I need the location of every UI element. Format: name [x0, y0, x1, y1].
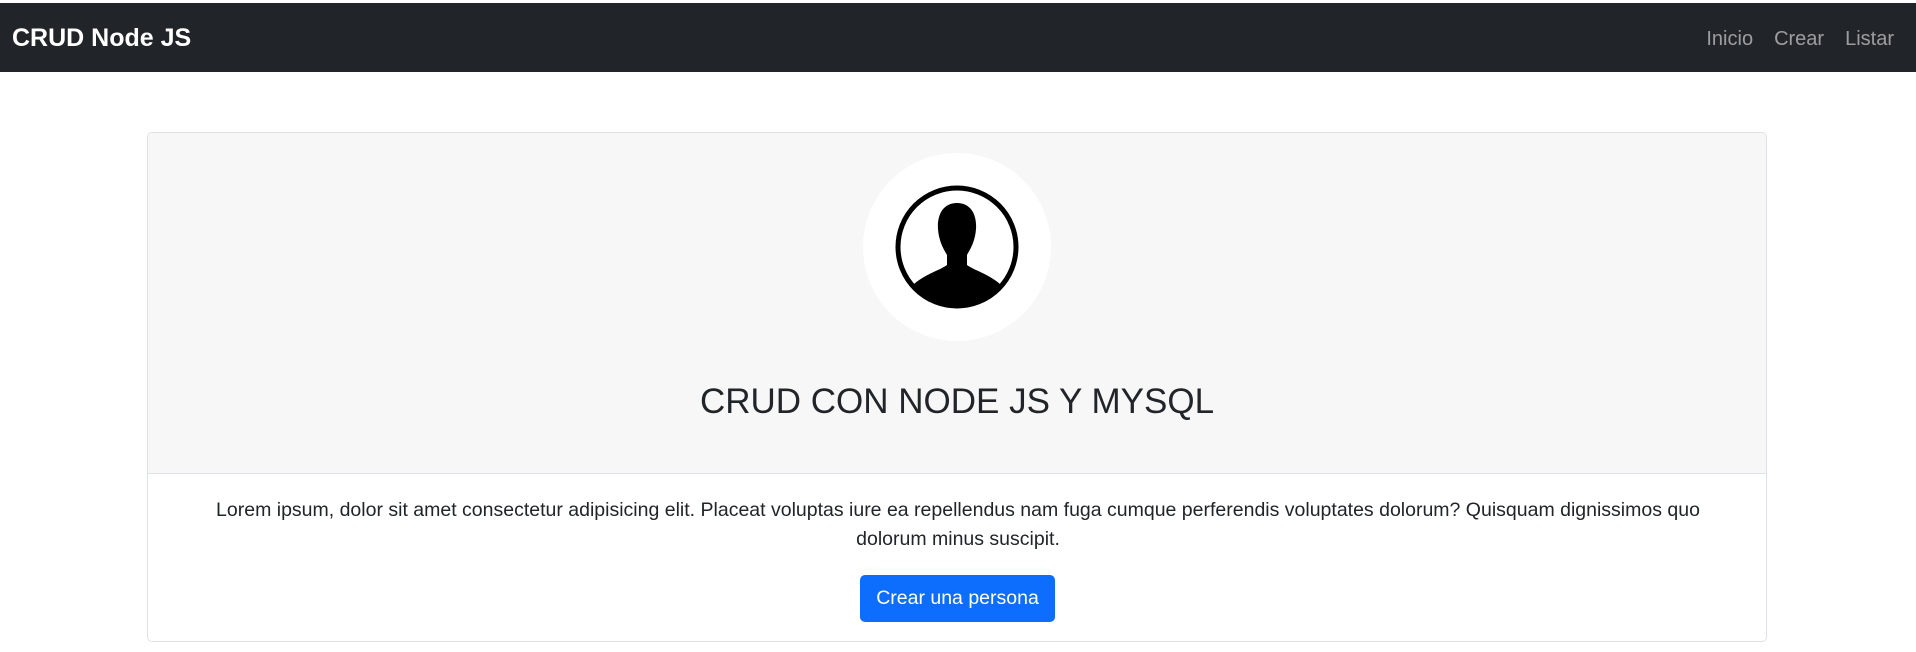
main-card: CRUD CON NODE JS Y MYSQL Lorem ipsum, do…	[147, 132, 1767, 642]
card-description: Lorem ipsum, dolor sit amet consectetur …	[216, 499, 1700, 550]
avatar	[863, 153, 1051, 341]
user-silhouette-icon	[895, 185, 1019, 309]
page-title: CRUD CON NODE JS Y MYSQL	[699, 382, 1215, 421]
nav-link-inicio[interactable]: Inicio	[1706, 27, 1753, 51]
navbar: CRUD Node JS Inicio Crear Listar	[0, 3, 1916, 72]
nav-link-crear[interactable]: Crear	[1774, 27, 1824, 51]
card-body: Lorem ipsum, dolor sit amet consectetur …	[148, 474, 1766, 641]
create-person-button[interactable]: Crear una persona	[860, 575, 1055, 622]
card-header: CRUD CON NODE JS Y MYSQL	[148, 133, 1766, 474]
nav-links: Inicio Crear Listar	[1706, 27, 1894, 51]
navbar-brand[interactable]: CRUD Node JS	[12, 23, 191, 53]
nav-link-listar[interactable]: Listar	[1845, 27, 1894, 51]
